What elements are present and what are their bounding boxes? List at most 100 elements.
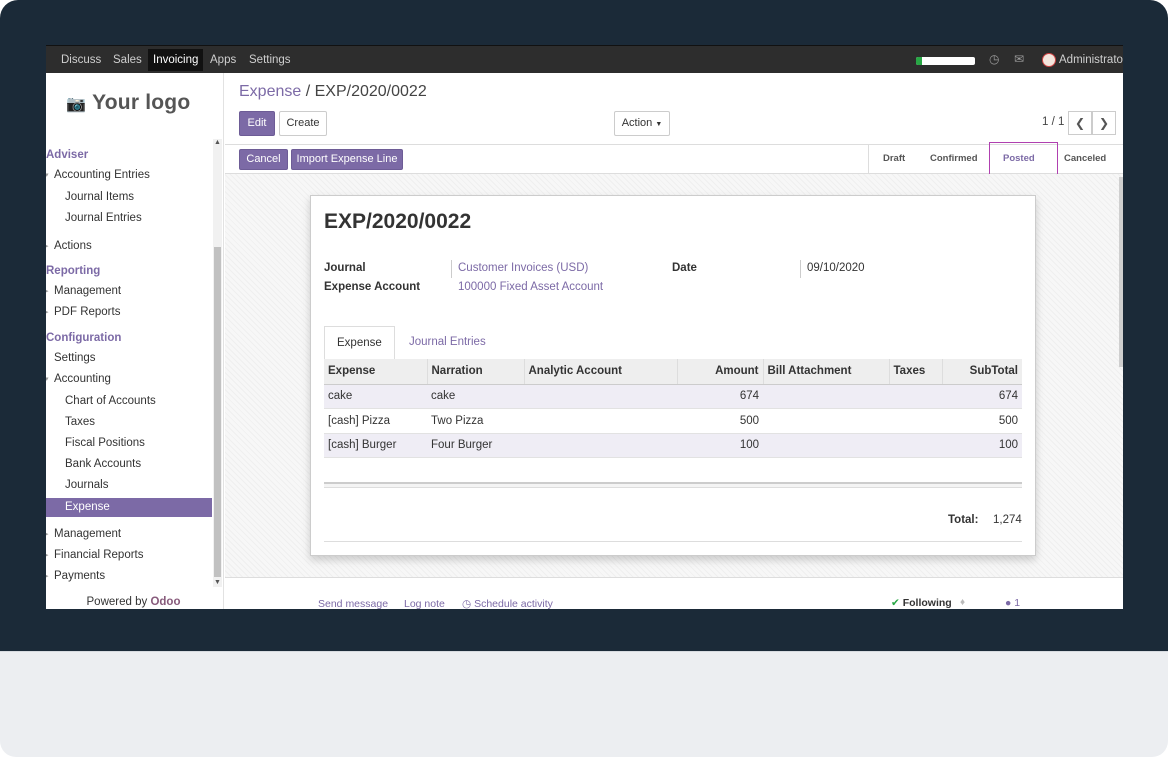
column-header[interactable]: Narration — [427, 359, 525, 385]
sidebar-item-accounting-entries[interactable]: ▾ Accounting Entries — [46, 166, 212, 185]
user-menu[interactable]: Administrator — [1059, 49, 1123, 71]
expense-account-label: Expense Account — [324, 281, 421, 293]
content-scrollbar[interactable] — [1119, 177, 1123, 367]
caret-icon: ▸ — [46, 531, 49, 538]
table-cell — [889, 433, 942, 458]
table-cell: 674 — [942, 384, 1022, 409]
cancel-button[interactable]: Cancel — [239, 149, 288, 170]
sidebar-item-settings[interactable]: Settings — [46, 349, 212, 368]
schedule-activity-link[interactable]: ◷ Schedule activity — [462, 598, 553, 609]
tab-journal-entries[interactable]: Journal Entries — [397, 326, 498, 360]
table-cell — [524, 408, 677, 434]
action-dropdown[interactable]: Action ▼ — [614, 111, 670, 136]
import-expense-line-button[interactable]: Import Expense Line — [291, 149, 403, 170]
total-value: 1,274 — [993, 514, 1022, 526]
company-logo: 📷 Your logo — [66, 91, 191, 114]
main-content: Expense / EXP/2020/0022 Edit Create Acti… — [225, 73, 1123, 609]
followers-button[interactable]: ● 1 — [1005, 597, 1020, 609]
avatar[interactable] — [1042, 53, 1056, 67]
sidebar-item-taxes[interactable]: Taxes — [46, 413, 212, 432]
pager-next-button[interactable]: ❯ — [1092, 111, 1116, 135]
sidebar-item-accounting[interactable]: ▾ Accounting — [46, 370, 212, 389]
expense-lines-table: Expense Narration Analytic Account Amoun… — [324, 359, 1022, 458]
table-row[interactable]: cake cake 674 674 — [324, 384, 1022, 409]
sidebar-item-actions[interactable]: ▸ Actions — [46, 237, 212, 256]
field-divider — [800, 260, 801, 278]
sidebar-section-configuration[interactable]: Configuration — [46, 329, 212, 348]
nav-invoicing[interactable]: Invoicing — [148, 49, 204, 71]
user-icon: ● — [1005, 597, 1012, 609]
caret-icon: ▸ — [46, 309, 49, 316]
sidebar-item-management-2[interactable]: ▸ Management — [46, 525, 212, 544]
bell-icon[interactable]: ♦ — [960, 597, 965, 608]
table-cell: 500 — [677, 408, 763, 434]
progress-bar[interactable] — [916, 57, 975, 65]
check-icon: ✔ — [891, 597, 900, 609]
table-cell — [524, 384, 677, 409]
table-row[interactable]: [cash] Burger Four Burger 100 100 — [324, 433, 1022, 458]
sidebar-item-bank-accounts[interactable]: Bank Accounts — [46, 455, 212, 474]
table-cell — [763, 384, 889, 409]
create-button[interactable]: Create — [279, 111, 327, 136]
stage-confirmed[interactable]: Confirmed — [930, 145, 978, 173]
tab-expense[interactable]: Expense — [324, 326, 395, 360]
column-header[interactable]: SubTotal — [942, 359, 1022, 385]
camera-icon: 📷 — [66, 96, 87, 113]
sidebar-item-journal-items[interactable]: Journal Items — [46, 188, 212, 207]
sidebar-item-payments[interactable]: ▸ Payments — [46, 567, 212, 586]
sidebar-item-pdf-reports[interactable]: ▸ PDF Reports — [46, 303, 212, 322]
sidebar-item-chart-of-accounts[interactable]: Chart of Accounts — [46, 392, 212, 411]
chatter-divider — [225, 577, 1123, 578]
sidebar-scrollbar[interactable]: ▲ ▼ — [213, 139, 222, 587]
stage-canceled[interactable]: Canceled — [1064, 145, 1106, 173]
date-field[interactable]: 09/10/2020 — [807, 262, 865, 274]
chat-icon[interactable]: ✉ — [1014, 52, 1024, 66]
pager-prev-button[interactable]: ❮ — [1068, 111, 1092, 135]
journal-label: Journal — [324, 262, 366, 274]
sidebar-item-financial-reports[interactable]: ▸ Financial Reports — [46, 546, 212, 565]
table-header-row: Expense Narration Analytic Account Amoun… — [324, 359, 1022, 385]
journal-field[interactable]: Customer Invoices (USD) — [458, 262, 588, 274]
table-cell — [763, 433, 889, 458]
stage-draft[interactable]: Draft — [883, 145, 905, 173]
edit-button[interactable]: Edit — [239, 111, 275, 136]
sidebar-section-adviser[interactable]: Adviser — [46, 146, 212, 165]
form-sheet: EXP/2020/0022 Journal Customer Invoices … — [310, 195, 1036, 556]
scroll-up-icon[interactable]: ▲ — [214, 139, 221, 146]
expense-account-field[interactable]: 100000 Fixed Asset Account — [458, 281, 603, 293]
log-note-link[interactable]: Log note — [404, 598, 445, 609]
nav-apps[interactable]: Apps — [205, 49, 241, 71]
column-header[interactable]: Expense — [324, 359, 428, 385]
sidebar-item-expense[interactable]: Expense — [46, 498, 212, 517]
nav-settings[interactable]: Settings — [244, 49, 296, 71]
table-footer-bar — [324, 482, 1022, 488]
table-cell — [889, 408, 942, 434]
column-header[interactable]: Bill Attachment — [763, 359, 890, 385]
odoo-link[interactable]: Odoo — [150, 596, 180, 608]
table-cell: [cash] Burger — [324, 433, 427, 458]
clock-icon[interactable]: ◷ — [989, 52, 999, 66]
sidebar-item-management[interactable]: ▸ Management — [46, 282, 212, 301]
column-header[interactable]: Taxes — [889, 359, 943, 385]
sidebar: 📷 Your logo Adviser ▾ Accounting Entries J… — [46, 73, 224, 609]
sidebar-item-journal-entries[interactable]: Journal Entries — [46, 209, 212, 228]
nav-sales[interactable]: Sales — [108, 49, 147, 71]
following-button[interactable]: ✔ Following — [891, 597, 952, 609]
nav-discuss[interactable]: Discuss — [56, 49, 106, 71]
caret-icon: ▾ — [46, 172, 49, 179]
column-header[interactable]: Analytic Account — [524, 359, 678, 385]
breadcrumb-expense[interactable]: Expense — [239, 83, 301, 100]
scroll-down-icon[interactable]: ▼ — [214, 579, 221, 586]
scrollbar-thumb[interactable] — [214, 247, 221, 577]
table-cell: [cash] Pizza — [324, 408, 427, 434]
send-message-link[interactable]: Send message — [318, 598, 388, 609]
table-cell: 100 — [942, 433, 1022, 458]
pager-value[interactable]: 1 / 1 — [1042, 116, 1064, 128]
sidebar-section-reporting[interactable]: Reporting — [46, 262, 212, 281]
sidebar-item-journals[interactable]: Journals — [46, 476, 212, 495]
column-header[interactable]: Amount — [677, 359, 764, 385]
sidebar-item-fiscal-positions[interactable]: Fiscal Positions — [46, 434, 212, 453]
laptop-frame: Discuss Sales Invoicing Apps Settings ◷ … — [0, 0, 1168, 757]
table-row[interactable]: [cash] Pizza Two Pizza 500 500 — [324, 408, 1022, 434]
field-divider — [451, 260, 452, 278]
